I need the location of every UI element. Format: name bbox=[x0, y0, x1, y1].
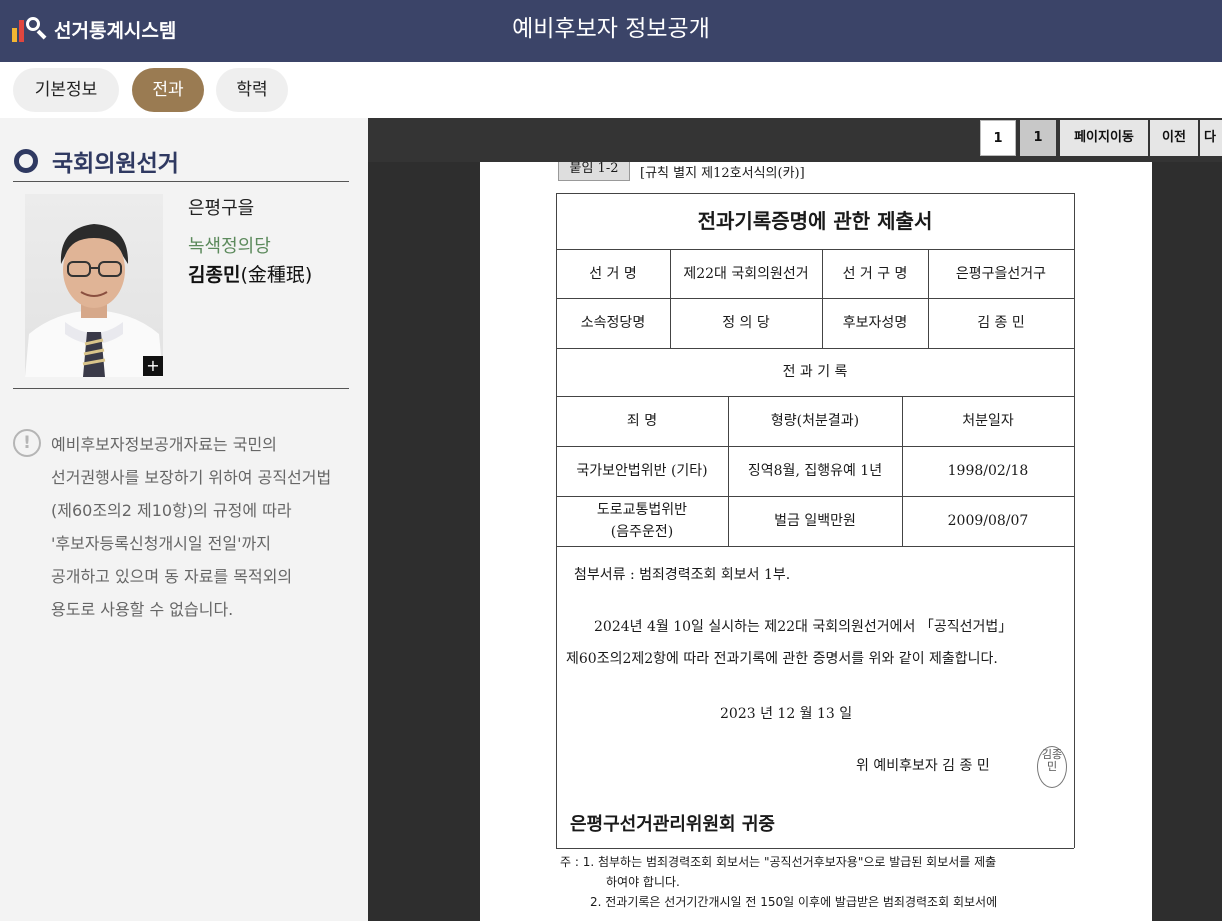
exclamation-icon: ! bbox=[13, 429, 41, 457]
footnote: 2. 전과기록은 선거기간개시일 전 150일 이후에 발급받은 범죄경력조회 … bbox=[590, 895, 998, 909]
statement-line: 제60조의2제2항에 따라 전과기록에 관한 증명서를 위와 같이 제출합니다. bbox=[566, 651, 998, 667]
record-date: 1998/02/18 bbox=[947, 463, 1029, 479]
district-value: 은평구을선거구 bbox=[955, 265, 1047, 282]
attachment-tag: 붙임 1-2 bbox=[558, 162, 630, 181]
prev-page-button[interactable]: 이전 bbox=[1150, 120, 1198, 156]
record-date: 2009/08/07 bbox=[947, 513, 1029, 529]
record-crime: 도로교통법위반 (음주운전) bbox=[596, 502, 688, 540]
district-label: 선 거 구 명 bbox=[842, 265, 908, 282]
document-title: 전과기록증명에 관한 제출서 bbox=[697, 209, 933, 233]
column-crime: 죄 명 bbox=[626, 413, 658, 429]
record-sentence: 벌금 일백만원 bbox=[774, 513, 856, 529]
total-pages: 1 bbox=[1020, 120, 1056, 156]
record-sentence: 징역8월, 집행유예 1년 bbox=[747, 463, 883, 479]
candidate-district: 은평구을 bbox=[188, 198, 255, 219]
form-reference: [규칙 별지 제12호서식의(카)] bbox=[640, 166, 805, 181]
section-heading: 국회의원선거 bbox=[14, 144, 179, 178]
tab-criminal-record[interactable]: 전과 bbox=[132, 68, 204, 112]
tab-basic-info[interactable]: 기본정보 bbox=[13, 68, 119, 112]
person-portrait-icon bbox=[25, 224, 163, 377]
signature-stamp: 김종민 bbox=[1037, 746, 1067, 788]
footnote: 하여야 합니다. bbox=[606, 875, 680, 889]
candidate-name: 김종민 bbox=[188, 264, 241, 286]
candidate-party: 녹색정의당 bbox=[188, 236, 271, 257]
statement-line: 2024년 4월 10일 실시하는 제22대 국회의원선거에서 「공직선거법」 bbox=[594, 619, 1013, 635]
goto-page-button[interactable]: 페이지이동 bbox=[1060, 120, 1148, 156]
party-label: 소속정당명 bbox=[580, 315, 646, 331]
tab-education[interactable]: 학력 bbox=[216, 68, 288, 112]
record-section-header: 전 과 기 록 bbox=[782, 364, 848, 380]
next-page-button[interactable]: 다 bbox=[1200, 120, 1222, 156]
submission-date: 2023 년 12 월 13 일 bbox=[720, 706, 853, 722]
candidate-name-line: 김종민(金種珉) bbox=[188, 260, 312, 287]
candidate-label: 후보자성명 bbox=[842, 315, 908, 331]
election-value: 제22대 국회의원선거 bbox=[683, 265, 809, 282]
column-sentence: 형량(처분결과) bbox=[770, 413, 860, 429]
party-value: 정 의 당 bbox=[722, 315, 770, 331]
viewer-toolbar: 1 1 페이지이동 이전 다 bbox=[368, 118, 1222, 162]
document-page: 붙임 1-2 [규칙 별지 제12호서식의(카)] 전과기록증명에 관한 제출서… bbox=[480, 162, 1152, 921]
candidate-sidebar: 국회의원선거 + 은평구을 녹색정의당 김종민(金種珉) ! 예비후보자정보공개… bbox=[0, 118, 368, 921]
expand-photo-button[interactable]: + bbox=[143, 356, 163, 376]
election-label: 선 거 명 bbox=[589, 265, 637, 282]
candidate-value: 김 종 민 bbox=[977, 315, 1025, 331]
recipient-line: 은평구선거관리위원회 귀중 bbox=[570, 814, 775, 835]
signer-line: 위 예비후보자 김 종 민 bbox=[856, 758, 990, 774]
circle-bullet-icon bbox=[14, 149, 38, 173]
divider bbox=[13, 388, 349, 389]
page-number-input[interactable]: 1 bbox=[980, 120, 1016, 156]
divider bbox=[13, 181, 349, 182]
candidate-photo bbox=[25, 194, 163, 377]
document-viewer: 1 1 페이지이동 이전 다 붙임 1-2 [규칙 별지 제12호서식의(카)]… bbox=[368, 118, 1222, 921]
footnote: 주 : 1. 첨부하는 범죄경력조회 회보서는 "공직선거후보자용"으로 발급된… bbox=[560, 855, 997, 869]
column-date: 처분일자 bbox=[962, 413, 1014, 429]
election-type-title: 국회의원선거 bbox=[52, 151, 179, 177]
app-header: 선거통계시스템 예비후보자 정보공개 bbox=[0, 0, 1222, 62]
page-title: 예비후보자 정보공개 bbox=[512, 16, 710, 42]
tab-bar: 기본정보 전과 학력 bbox=[0, 62, 1222, 118]
attachment-note: 첨부서류 : 범죄경력조회 회보서 1부. bbox=[574, 567, 791, 583]
candidate-name-hanja: (金種珉) bbox=[240, 264, 313, 286]
record-crime: 국가보안법위반 (기타) bbox=[576, 463, 708, 479]
disclosure-notice: 예비후보자정보공개자료는 국민의 선거권행사를 보장하기 위하여 공직선거법 (… bbox=[51, 435, 332, 619]
